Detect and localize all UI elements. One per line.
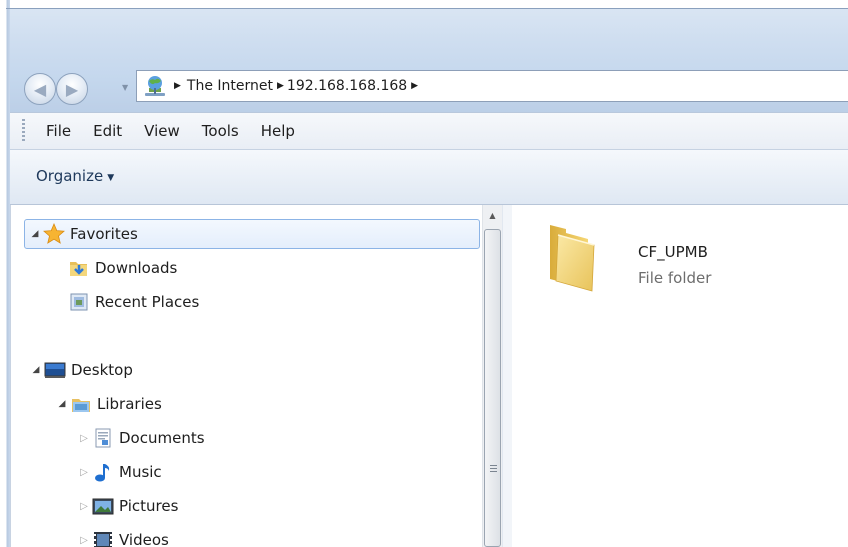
menu-bar: File Edit View Tools Help — [10, 112, 848, 150]
collapsed-arrow-icon[interactable]: ▷ — [78, 433, 90, 444]
menu-edit[interactable]: Edit — [82, 122, 133, 140]
pane-splitter[interactable] — [502, 205, 512, 547]
menu-grip — [22, 119, 25, 143]
explorer-window: ◀ ▶ ▼ ▶ The Internet ▶ 192.168.168.168 ▶… — [0, 0, 848, 547]
network-globe-icon — [143, 74, 167, 98]
forward-button[interactable]: ▶ — [56, 73, 88, 105]
address-bar[interactable]: ▶ The Internet ▶ 192.168.168.168 ▶ — [136, 70, 848, 102]
navigation-buttons: ◀ ▶ ▼ — [22, 70, 142, 110]
tree-item-documents[interactable]: ▷ Documents — [78, 423, 205, 453]
tree-item-pictures[interactable]: ▷ Pictures — [78, 491, 178, 521]
desktop-icon — [44, 359, 66, 381]
chevron-down-icon: ▼ — [107, 173, 115, 183]
libraries-icon — [70, 393, 92, 415]
breadcrumb-host[interactable]: 192.168.168.168 — [287, 78, 407, 94]
organize-button[interactable]: Organize ▼ — [36, 167, 114, 185]
tree-label: Music — [119, 463, 162, 481]
collapsed-arrow-icon[interactable]: ▷ — [78, 501, 90, 512]
menu-file[interactable]: File — [35, 122, 82, 140]
tree-label: Pictures — [119, 497, 179, 515]
forward-arrow-icon: ▶ — [65, 79, 79, 99]
menu-tools[interactable]: Tools — [191, 122, 250, 140]
navigation-pane-scrollbar[interactable]: ▲ — [482, 205, 502, 547]
star-icon — [43, 222, 65, 245]
expand-arrow-icon[interactable]: ◢ — [29, 229, 41, 239]
recent-pages-dropdown-icon[interactable]: ▼ — [122, 83, 128, 92]
documents-icon — [92, 427, 114, 449]
breadcrumb-the-internet[interactable]: The Internet — [187, 78, 273, 94]
pictures-icon — [92, 495, 114, 517]
breadcrumb-root-chevron-icon[interactable]: ▶ — [174, 81, 181, 91]
tree-label: Downloads — [95, 259, 178, 277]
scroll-up-arrow-icon[interactable]: ▲ — [483, 205, 502, 225]
expand-arrow-icon[interactable]: ◢ — [30, 365, 42, 375]
tree-label: Favorites — [70, 225, 138, 243]
content-pane: CF_UPMB File folder — [512, 205, 848, 547]
tree-label: Libraries — [97, 395, 162, 413]
menu-view[interactable]: View — [133, 122, 191, 140]
back-button[interactable]: ◀ — [24, 73, 56, 105]
navigation-pane: ◢ Favorites Downloads Recent Places ◢ De… — [10, 205, 482, 547]
back-arrow-icon: ◀ — [33, 79, 47, 99]
tree-item-music[interactable]: ▷ Music — [78, 457, 162, 487]
scrollbar-thumb[interactable] — [484, 229, 501, 547]
folder-icon — [544, 219, 600, 293]
collapsed-arrow-icon[interactable]: ▷ — [78, 467, 90, 478]
tree-item-favorites[interactable]: ◢ Favorites — [24, 219, 480, 249]
breadcrumb-chevron-icon[interactable]: ▶ — [411, 81, 418, 91]
scrollbar-grip — [490, 465, 497, 473]
downloads-folder-icon — [68, 257, 90, 279]
tree-label: Documents — [119, 429, 205, 447]
breadcrumb-chevron-icon[interactable]: ▶ — [277, 81, 284, 91]
folder-name: CF_UPMB — [638, 243, 708, 261]
tree-item-downloads[interactable]: Downloads — [66, 253, 177, 283]
menu-help[interactable]: Help — [250, 122, 306, 140]
tree-label: Recent Places — [95, 293, 200, 311]
tree-label: Videos — [119, 531, 169, 547]
folder-item[interactable]: CF_UPMB File folder — [538, 219, 758, 299]
window-frame-left — [0, 0, 10, 547]
folder-type: File folder — [638, 269, 712, 287]
tree-label: Desktop — [71, 361, 133, 379]
navigation-pane-border — [10, 205, 11, 547]
tree-item-recent-places[interactable]: Recent Places — [66, 287, 199, 317]
recent-places-icon — [68, 291, 90, 313]
music-note-icon — [92, 461, 114, 483]
command-bar: Organize ▼ — [10, 150, 848, 205]
videos-icon — [92, 529, 114, 547]
expand-arrow-icon[interactable]: ◢ — [56, 399, 68, 409]
collapsed-arrow-icon[interactable]: ▷ — [78, 535, 90, 546]
tree-item-libraries[interactable]: ◢ Libraries — [56, 389, 162, 419]
tree-item-desktop[interactable]: ◢ Desktop — [30, 355, 133, 385]
organize-label: Organize — [36, 167, 104, 185]
window-frame-top — [6, 8, 848, 9]
tree-item-videos[interactable]: ▷ Videos — [78, 525, 169, 547]
